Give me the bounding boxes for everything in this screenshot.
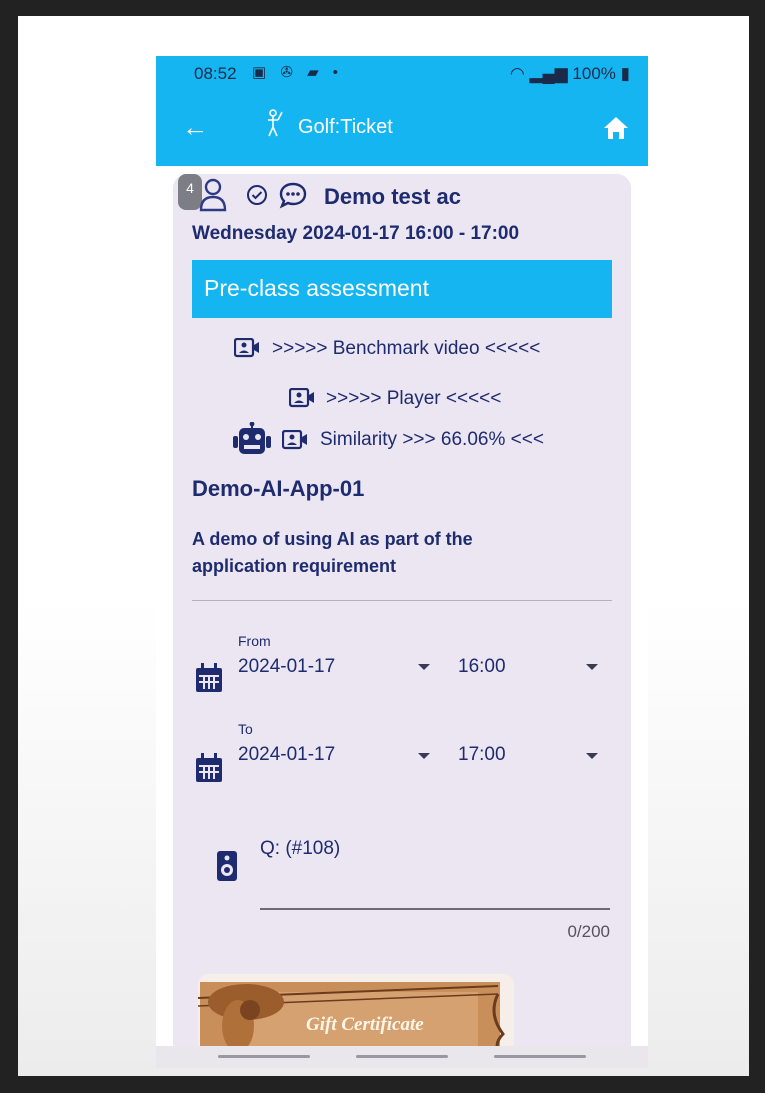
status-time: 08:52: [194, 64, 237, 83]
gift-certificate-caption: Gift Certificate: [306, 1014, 424, 1035]
battery-percent: 100%: [572, 64, 616, 83]
status-bar: 08:52 ▣ ✇ ▰ • ◠ ▂▄▆ 100% ▮: [156, 56, 648, 94]
home-icon[interactable]: [602, 114, 630, 142]
check-circle-icon[interactable]: [246, 184, 268, 211]
char-counter: 0/200: [567, 922, 610, 941]
nav-pill[interactable]: [356, 1055, 448, 1058]
back-arrow-icon[interactable]: ←: [182, 114, 208, 140]
to-time-value[interactable]: 17:00: [458, 744, 506, 766]
app-bar: ← Golf:Ticket: [156, 94, 648, 166]
divider: [192, 600, 612, 601]
to-date-value[interactable]: 2024-01-17: [238, 744, 335, 766]
gift-certificate-card[interactable]: Gift Certificate: [198, 974, 514, 1054]
screenshot-frame: 08:52 ▣ ✇ ▰ • ◠ ▂▄▆ 100% ▮ ← Golf:Ticket: [18, 16, 749, 1076]
student-name: Demo test ac: [324, 184, 461, 209]
from-time-value[interactable]: 16:00: [458, 656, 506, 678]
nav-pill[interactable]: [494, 1055, 586, 1058]
similarity-link[interactable]: Similarity >>> 66.06% <<<: [320, 429, 544, 451]
app-name: Demo-AI-App-01: [192, 476, 365, 501]
benchmark-video-link[interactable]: >>>>> Benchmark video <<<<<: [272, 338, 540, 360]
session-datetime: Wednesday 2024-01-17 16:00 - 17:00: [192, 223, 520, 244]
chevron-down-icon[interactable]: [418, 753, 430, 759]
app-title: Golf:Ticket: [298, 116, 393, 138]
video-icon: [281, 429, 308, 455]
question-label: Q: (#108): [260, 838, 341, 859]
chevron-down-icon[interactable]: [586, 664, 598, 670]
battery-icon: ▮: [620, 64, 630, 83]
nav-pill[interactable]: [218, 1055, 310, 1058]
speaker-icon: [216, 850, 238, 887]
section-header: Pre-class assessment: [192, 260, 612, 318]
section-header-label: Pre-class assessment: [204, 275, 429, 301]
from-label: From: [238, 633, 271, 649]
chevron-down-icon[interactable]: [418, 664, 430, 670]
video-icon: [233, 337, 260, 363]
video-icon: [288, 387, 315, 413]
notification-icons: ▣ ✇ ▰ •: [252, 64, 344, 81]
status-right: ◠ ▂▄▆ 100% ▮: [510, 64, 630, 84]
calendar-icon[interactable]: [194, 662, 224, 699]
from-date-value[interactable]: 2024-01-17: [238, 656, 335, 678]
chat-bubble-icon[interactable]: [278, 181, 308, 214]
to-label: To: [238, 721, 253, 737]
wifi-icon: ◠: [509, 64, 525, 83]
gesture-nav-bar: [156, 1046, 648, 1068]
person-icon[interactable]: [198, 176, 228, 217]
robot-icon[interactable]: [232, 421, 272, 461]
calendar-icon[interactable]: [194, 752, 224, 789]
question-input[interactable]: [260, 908, 610, 910]
app-description: A demo of using AI as part of the applic…: [192, 529, 473, 576]
signal-icon: ▂▄▆: [529, 64, 568, 83]
phone-screen: 08:52 ▣ ✇ ▰ • ◠ ▂▄▆ 100% ▮ ← Golf:Ticket: [156, 56, 648, 1068]
golfer-icon: [262, 108, 284, 145]
player-video-link[interactable]: >>>>> Player <<<<<: [326, 388, 501, 410]
chevron-down-icon[interactable]: [586, 753, 598, 759]
